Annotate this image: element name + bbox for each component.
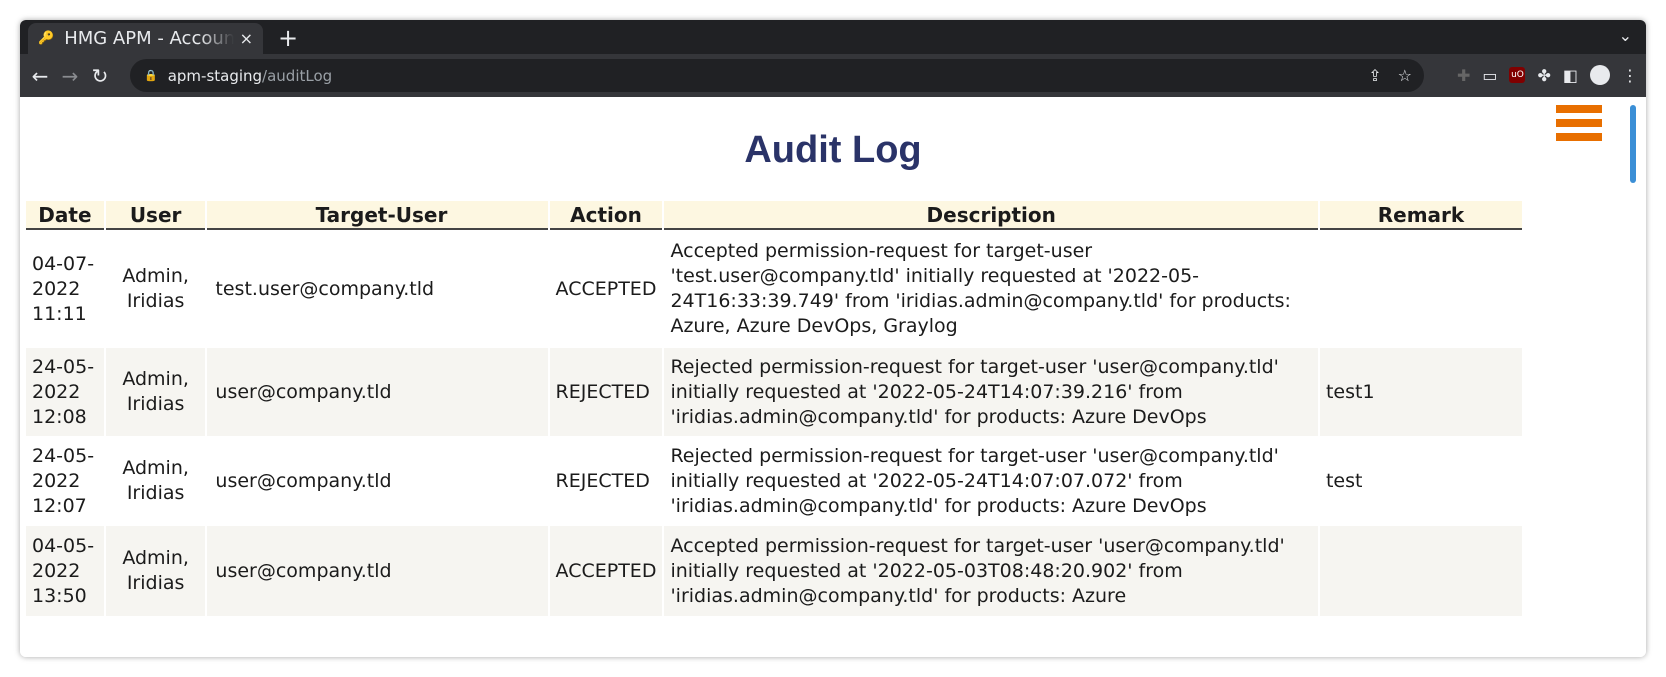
tab-strip: 🔑 HMG APM - Accounts × + ⌄ <box>20 20 1646 54</box>
cell-user: Admin, Iridias <box>122 265 189 312</box>
header-date[interactable]: Date <box>26 201 104 230</box>
header-remark[interactable]: Remark <box>1319 201 1522 230</box>
header-action[interactable]: Action <box>549 201 663 230</box>
extensions-puzzle-icon[interactable]: ✤ <box>1537 66 1550 85</box>
extensions-area: ✚ ▭ uO ✤ ◧ ⋮ <box>1457 65 1638 85</box>
bookmark-star-icon[interactable]: ☆ <box>1398 66 1412 85</box>
new-tab-button[interactable]: + <box>275 24 301 52</box>
cell-date: 04-07-2022 11:11 <box>32 252 95 325</box>
table-row: 24-05-2022 12:07 Admin, Iridias user@com… <box>26 436 1522 526</box>
cell-description: Rejected permission-request for target-u… <box>664 348 1318 436</box>
cell-description: Accepted permission-request for target-u… <box>664 526 1318 616</box>
table-header-row: Date User Target-User Action Description… <box>26 201 1522 230</box>
cell-remark <box>1320 230 1522 348</box>
cell-target-user: test.user@company.tld <box>215 277 435 300</box>
cell-action: REJECTED <box>555 469 650 492</box>
cell-target-user: user@company.tld <box>207 526 548 616</box>
cell-target-user: user@company.tld <box>215 469 392 492</box>
lock-icon: 🔒 <box>144 69 158 82</box>
browser-toolbar: ← → ↻ 🔒 apm-staging /auditLog ⇪ ☆ ✚ ▭ uO… <box>20 54 1646 97</box>
cell-user: Admin, Iridias <box>122 457 189 504</box>
key-icon: 🔑 <box>38 31 55 46</box>
reload-icon[interactable]: ↻ <box>85 64 115 88</box>
browser-window: 🔑 HMG APM - Accounts × + ⌄ ← → ↻ 🔒 apm-s… <box>20 20 1646 657</box>
url-host: apm-staging <box>167 66 263 85</box>
cell-remark: test <box>1325 469 1363 492</box>
forward-arrow-icon[interactable]: → <box>55 64 85 88</box>
profile-avatar-icon[interactable] <box>1590 65 1610 85</box>
audit-log-table: Date User Target-User Action Description… <box>24 201 1524 616</box>
share-icon[interactable]: ⇪ <box>1368 66 1381 85</box>
table-row: 04-07-2022 11:11 Admin, Iridias test.use… <box>26 230 1522 348</box>
tab-search-chevron-icon[interactable]: ⌄ <box>1619 26 1632 45</box>
tab-title: HMG APM - Accounts <box>64 28 234 49</box>
cell-description: Accepted permission-request for target-u… <box>670 240 1291 337</box>
cell-action: ACCEPTED <box>549 526 663 616</box>
close-tab-icon[interactable]: × <box>240 29 253 48</box>
extension-window-icon[interactable]: ▭ <box>1482 66 1497 85</box>
cell-remark <box>1319 526 1522 616</box>
extension-puzzle-dim-icon[interactable]: ✚ <box>1457 66 1470 85</box>
cell-description: Rejected permission-request for target-u… <box>670 444 1279 517</box>
header-target-user[interactable]: Target-User <box>207 201 548 230</box>
address-bar[interactable]: 🔒 apm-staging /auditLog ⇪ ☆ <box>130 59 1424 92</box>
browser-tab[interactable]: 🔑 HMG APM - Accounts × <box>28 23 263 54</box>
url-path: /auditLog <box>262 66 333 85</box>
cell-action: REJECTED <box>549 348 663 436</box>
cell-target-user: user@company.tld <box>207 348 548 436</box>
back-arrow-icon[interactable]: ← <box>25 64 55 88</box>
header-user[interactable]: User <box>105 201 206 230</box>
side-panel-icon[interactable]: ◧ <box>1563 66 1578 85</box>
table-row: 04-05-2022 13:50 Admin, Iridias user@com… <box>26 526 1522 616</box>
cell-date: 04-05-2022 13:50 <box>26 526 104 616</box>
cell-date: 24-05-2022 12:08 <box>26 348 104 436</box>
page-title: Audit Log <box>744 129 922 171</box>
cell-action: ACCEPTED <box>555 277 657 300</box>
table-row: 24-05-2022 12:08 Admin, Iridias user@com… <box>26 348 1522 436</box>
page-content: Audit Log Date User Target-User Action D… <box>20 97 1646 657</box>
cell-user: Admin, Iridias <box>105 348 206 436</box>
header-description[interactable]: Description <box>664 201 1318 230</box>
cell-user: Admin, Iridias <box>105 526 206 616</box>
browser-menu-icon[interactable]: ⋮ <box>1622 66 1638 85</box>
ublock-icon[interactable]: uO <box>1509 67 1526 83</box>
cell-remark: test1 <box>1319 348 1522 436</box>
cell-date: 24-05-2022 12:07 <box>32 444 95 517</box>
